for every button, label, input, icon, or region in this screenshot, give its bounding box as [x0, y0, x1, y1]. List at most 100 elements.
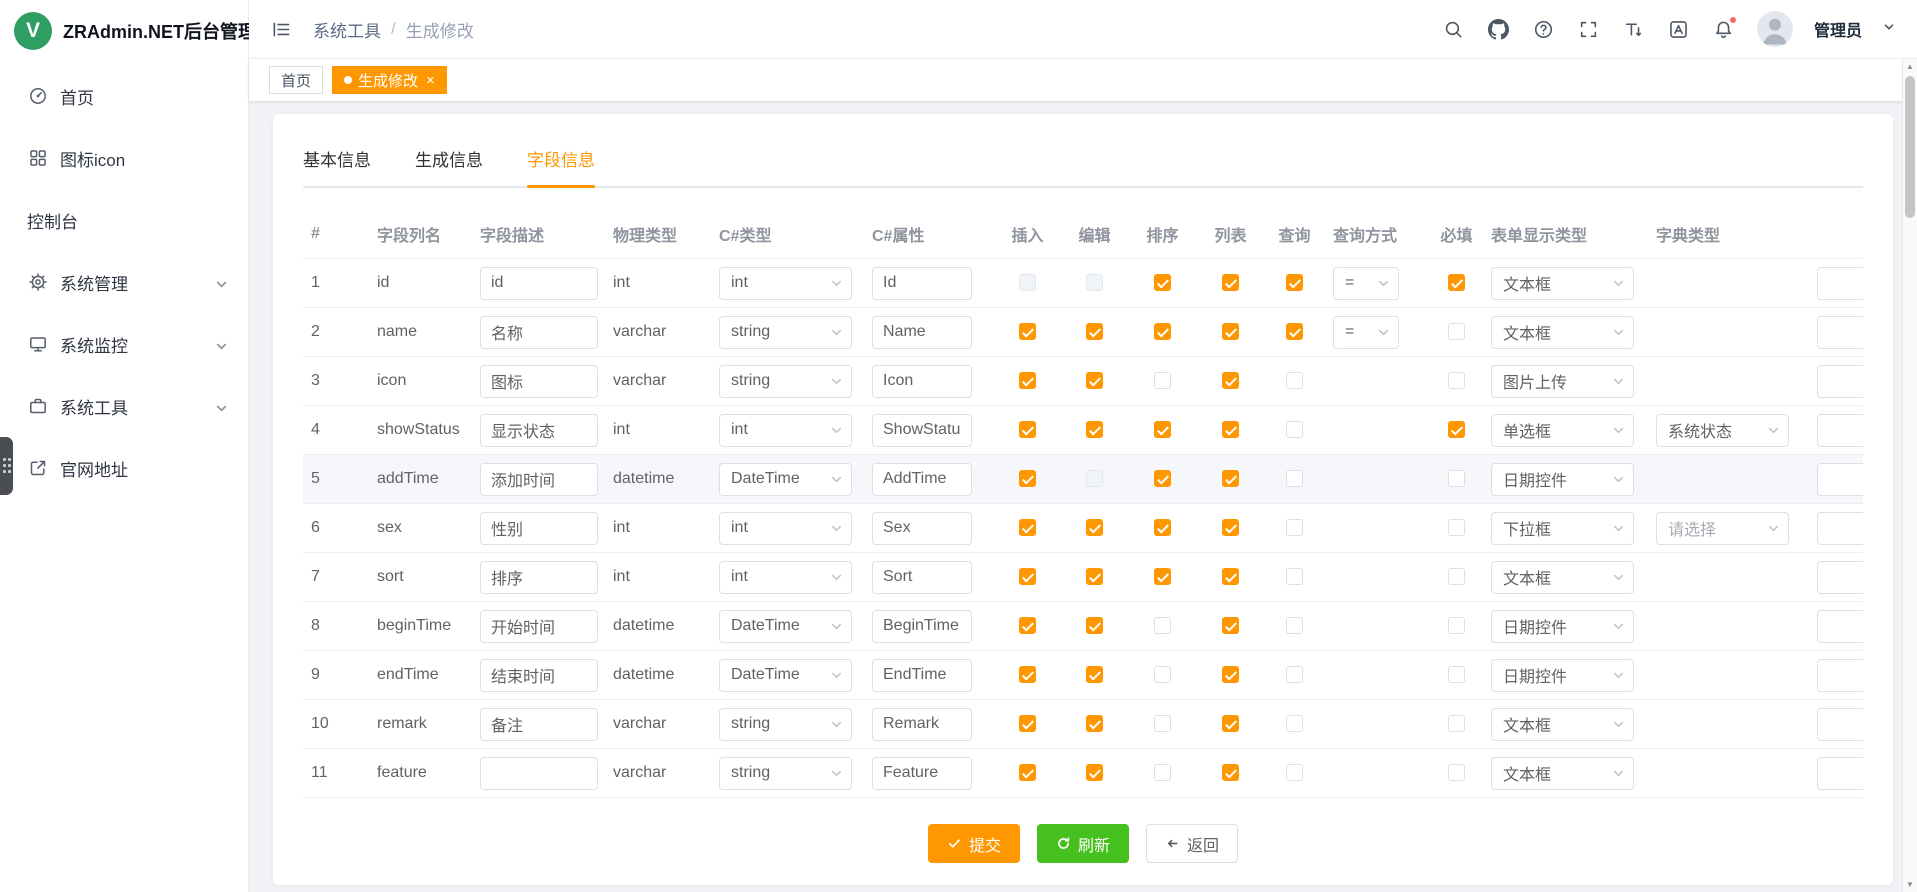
tab-gen-info[interactable]: 生成信息 [415, 146, 483, 186]
display-type-select[interactable]: 日期控件 [1491, 463, 1634, 496]
display-type-select[interactable]: 文本框 [1491, 267, 1634, 300]
bell-icon[interactable] [1712, 17, 1736, 41]
cs-type-select[interactable]: string [719, 316, 852, 349]
cs-type-select[interactable]: string [719, 708, 852, 741]
query-checkbox[interactable] [1286, 470, 1303, 487]
list-checkbox[interactable] [1222, 421, 1239, 438]
help-icon[interactable] [1532, 17, 1556, 41]
display-type-select[interactable]: 文本框 [1491, 316, 1634, 349]
tab-basic-info[interactable]: 基本信息 [303, 146, 371, 186]
query-mode-select[interactable]: = [1333, 316, 1399, 349]
cs-attr-input[interactable] [872, 610, 972, 643]
required-checkbox[interactable] [1448, 666, 1465, 683]
font-size-icon[interactable] [1622, 17, 1646, 41]
vertical-scrollbar[interactable]: ▲ ▼ [1902, 59, 1917, 892]
extra-input[interactable] [1817, 561, 1863, 594]
required-checkbox[interactable] [1448, 421, 1465, 438]
edit-checkbox[interactable] [1086, 519, 1103, 536]
display-type-select[interactable]: 日期控件 [1491, 610, 1634, 643]
dict-type-select[interactable]: 请选择 [1656, 512, 1789, 545]
insert-checkbox[interactable] [1019, 421, 1036, 438]
language-icon[interactable] [1667, 17, 1691, 41]
sort-checkbox[interactable] [1154, 568, 1171, 585]
sidebar-item-website[interactable]: 官网地址 [0, 437, 248, 499]
sort-checkbox[interactable] [1154, 372, 1171, 389]
cs-attr-input[interactable] [872, 414, 972, 447]
scroll-up-arrow[interactable]: ▲ [1903, 59, 1917, 74]
insert-checkbox[interactable] [1019, 568, 1036, 585]
tab-field-info[interactable]: 字段信息 [527, 146, 595, 186]
dict-type-select[interactable]: 系统状态 [1656, 414, 1789, 447]
edit-checkbox[interactable] [1086, 715, 1103, 732]
query-checkbox[interactable] [1286, 715, 1303, 732]
cs-type-select[interactable]: int [719, 561, 852, 594]
column-desc-input[interactable] [480, 561, 598, 594]
query-checkbox[interactable] [1286, 323, 1303, 340]
column-desc-input[interactable] [480, 463, 598, 496]
required-checkbox[interactable] [1448, 568, 1465, 585]
username[interactable]: 管理员 [1814, 17, 1862, 41]
required-checkbox[interactable] [1448, 617, 1465, 634]
list-checkbox[interactable] [1222, 666, 1239, 683]
cs-attr-input[interactable] [872, 757, 972, 790]
extra-input[interactable] [1817, 414, 1863, 447]
column-desc-input[interactable] [480, 708, 598, 741]
scroll-down-arrow[interactable]: ▼ [1903, 877, 1917, 892]
query-checkbox[interactable] [1286, 372, 1303, 389]
list-checkbox[interactable] [1222, 764, 1239, 781]
extra-input[interactable] [1817, 267, 1863, 300]
column-desc-input[interactable] [480, 512, 598, 545]
insert-checkbox[interactable] [1019, 519, 1036, 536]
column-desc-input[interactable] [480, 414, 598, 447]
cs-attr-input[interactable] [872, 708, 972, 741]
query-checkbox[interactable] [1286, 764, 1303, 781]
edit-checkbox[interactable] [1086, 764, 1103, 781]
sidebar-collapse-icon[interactable] [269, 17, 293, 41]
insert-checkbox[interactable] [1019, 323, 1036, 340]
query-checkbox[interactable] [1286, 666, 1303, 683]
cs-type-select[interactable]: int [719, 267, 852, 300]
sort-checkbox[interactable] [1154, 617, 1171, 634]
refresh-button[interactable]: 刷新 [1037, 824, 1129, 863]
edit-checkbox[interactable] [1086, 666, 1103, 683]
column-desc-input[interactable] [480, 757, 598, 790]
sort-checkbox[interactable] [1154, 666, 1171, 683]
column-desc-input[interactable] [480, 316, 598, 349]
sidebar-item-home[interactable]: 首页 [0, 65, 248, 127]
edit-checkbox[interactable] [1086, 617, 1103, 634]
required-checkbox[interactable] [1448, 274, 1465, 291]
edit-checkbox[interactable] [1086, 372, 1103, 389]
extra-input[interactable] [1817, 316, 1863, 349]
query-checkbox[interactable] [1286, 519, 1303, 536]
extra-input[interactable] [1817, 463, 1863, 496]
required-checkbox[interactable] [1448, 470, 1465, 487]
extra-input[interactable] [1817, 365, 1863, 398]
cs-attr-input[interactable] [872, 659, 972, 692]
display-type-select[interactable]: 文本框 [1491, 708, 1634, 741]
tag-gen-edit[interactable]: 生成修改 × [332, 66, 447, 94]
sort-checkbox[interactable] [1154, 421, 1171, 438]
sort-checkbox[interactable] [1154, 323, 1171, 340]
display-type-select[interactable]: 单选框 [1491, 414, 1634, 447]
column-desc-input[interactable] [480, 365, 598, 398]
query-checkbox[interactable] [1286, 421, 1303, 438]
avatar[interactable] [1757, 11, 1793, 47]
extra-input[interactable] [1817, 610, 1863, 643]
required-checkbox[interactable] [1448, 372, 1465, 389]
sort-checkbox[interactable] [1154, 715, 1171, 732]
insert-checkbox[interactable] [1019, 617, 1036, 634]
tag-home[interactable]: 首页 [269, 66, 323, 94]
insert-checkbox[interactable] [1019, 715, 1036, 732]
cs-attr-input[interactable] [872, 316, 972, 349]
sort-checkbox[interactable] [1154, 519, 1171, 536]
breadcrumb-item[interactable]: 系统工具 [313, 17, 381, 42]
cs-type-select[interactable]: int [719, 414, 852, 447]
list-checkbox[interactable] [1222, 274, 1239, 291]
app-logo[interactable]: V ZRAdmin.NET后台管理 [0, 0, 248, 61]
insert-checkbox[interactable] [1019, 764, 1036, 781]
column-desc-input[interactable] [480, 659, 598, 692]
list-checkbox[interactable] [1222, 323, 1239, 340]
cs-attr-input[interactable] [872, 267, 972, 300]
sidebar-item-system-monitor[interactable]: 系统监控 [0, 313, 248, 375]
cs-type-select[interactable]: string [719, 757, 852, 790]
